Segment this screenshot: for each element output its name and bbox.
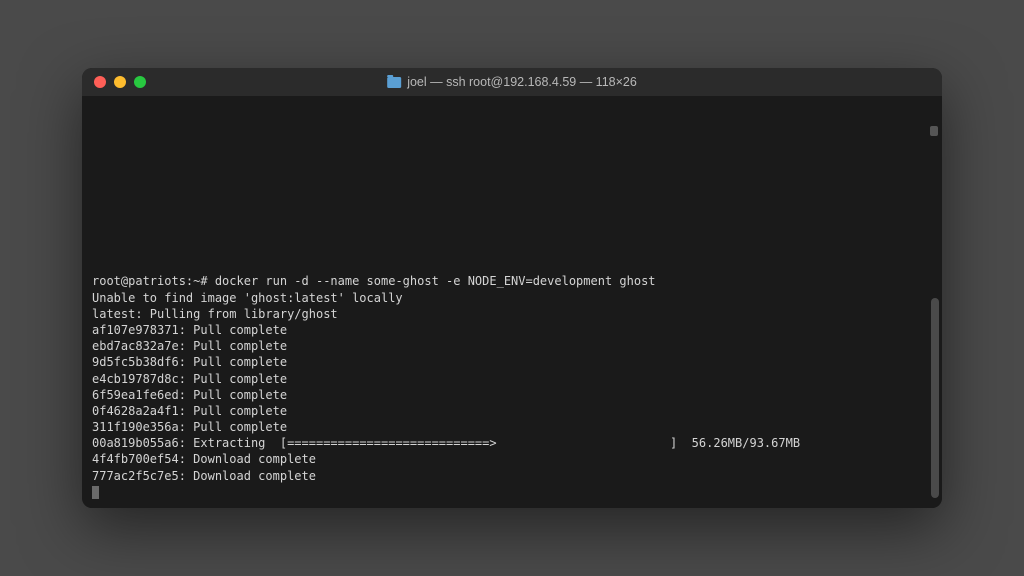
terminal-body[interactable]: root@patriots:~# docker run -d --name so…: [82, 96, 942, 508]
progress-size: 56.26MB/93.67MB: [692, 436, 800, 450]
extracting-line: 00a819b055a6: Extracting [==============…: [92, 435, 932, 451]
command: docker run -d --name some-ghost -e NODE_…: [215, 274, 656, 288]
output-line: 6f59ea1fe6ed: Pull complete: [92, 387, 932, 403]
folder-icon: [387, 77, 401, 88]
titlebar[interactable]: joel — ssh root@192.168.4.59 — 118×26: [82, 68, 942, 96]
output-line: af107e978371: Pull complete: [92, 322, 932, 338]
output-line: 9d5fc5b38df6: Pull complete: [92, 354, 932, 370]
output-line: 0f4628a2a4f1: Pull complete: [92, 403, 932, 419]
output-line: 311f190e356a: Pull complete: [92, 419, 932, 435]
output-line: Unable to find image 'ghost:latest' loca…: [92, 290, 932, 306]
terminal-window: joel — ssh root@192.168.4.59 — 118×26 ro…: [82, 68, 942, 508]
output-line: 777ac2f5c7e5: Download complete: [92, 468, 932, 484]
traffic-lights: [94, 76, 146, 88]
maximize-icon[interactable]: [134, 76, 146, 88]
output-line: e4cb19787d8c: Pull complete: [92, 371, 932, 387]
scrollbar-thumb[interactable]: [931, 298, 939, 498]
output-line: latest: Pulling from library/ghost: [92, 306, 932, 322]
output-line: ebd7ac832a7e: Pull complete: [92, 338, 932, 354]
terminal-output: root@patriots:~# docker run -d --name so…: [92, 104, 932, 500]
close-icon[interactable]: [94, 76, 106, 88]
prompt: root@patriots:~#: [92, 274, 215, 288]
scroll-indicator: [930, 126, 938, 136]
minimize-icon[interactable]: [114, 76, 126, 88]
output-line: 4f4fb700ef54: Download complete: [92, 451, 932, 467]
cursor: [92, 486, 99, 499]
progress-bar: [============================> ]: [280, 436, 677, 450]
title-text: joel — ssh root@192.168.4.59 — 118×26: [407, 75, 637, 89]
window-title: joel — ssh root@192.168.4.59 — 118×26: [387, 75, 637, 89]
